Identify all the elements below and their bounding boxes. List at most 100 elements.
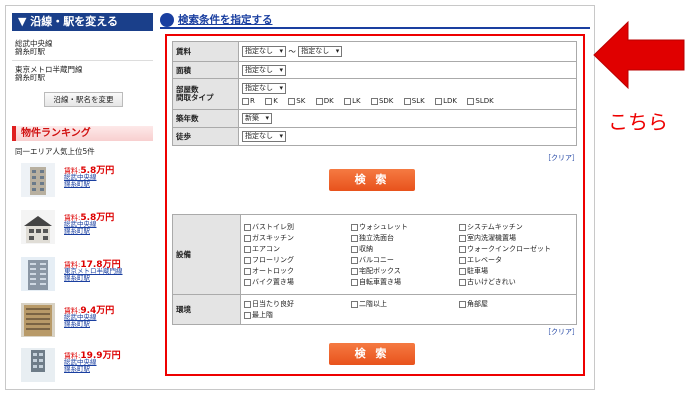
age-select[interactable]: 新築 ▾	[242, 113, 272, 124]
equip-option[interactable]: 自転車置き場	[351, 277, 459, 287]
checkbox[interactable]	[459, 245, 466, 253]
building-photo-icon[interactable]	[21, 163, 55, 197]
ranking-item[interactable]: 賃料:19.9万円 総武中央線 錦糸町駅	[15, 348, 153, 388]
rent-cell: 指定なし ▾ 〜 指定なし ▾	[238, 41, 577, 62]
checkbox[interactable]	[370, 97, 378, 105]
layout-type-option[interactable]: SK	[288, 97, 305, 105]
search-button[interactable]: 検 索	[329, 343, 415, 365]
ranking-item[interactable]: 賃料:17.8万円 東京メトロ半蔵門線 錦糸町駅	[15, 257, 153, 297]
checkbox[interactable]	[288, 97, 296, 105]
checkbox[interactable]	[435, 97, 443, 105]
building-photo-icon[interactable]	[21, 303, 55, 337]
equip-option[interactable]: 室内洗濯機置場	[459, 233, 569, 243]
checkbox[interactable]	[351, 245, 358, 253]
ranking-item[interactable]: 賃料:5.8万円 総武中央線 錦糸町駅	[15, 210, 153, 250]
layout-select[interactable]: 指定なし ▾	[242, 83, 286, 94]
clear-link[interactable]: ［クリア］	[544, 327, 579, 337]
ranking-item[interactable]: 賃料:9.4万円 総武中央線 錦糸町駅	[15, 303, 153, 343]
equip-option[interactable]: 独立洗面台	[351, 233, 459, 243]
walk-select[interactable]: 指定なし ▾	[242, 131, 286, 142]
area-label: 面積	[172, 61, 239, 79]
equip-option[interactable]: システムキッチン	[459, 222, 569, 232]
checkbox[interactable]	[344, 97, 352, 105]
equip-option[interactable]: ウォークインクローゼット	[459, 244, 569, 254]
ranking-station[interactable]: 錦糸町駅	[64, 366, 90, 373]
checkbox[interactable]	[244, 223, 251, 231]
page-title-text: 検索条件を指定する	[178, 14, 273, 26]
equip-option[interactable]: エアコン	[244, 244, 351, 254]
rent-max-select[interactable]: 指定なし ▾	[298, 46, 343, 58]
change-line-header[interactable]: ▼ 沿線・駅を変える	[12, 13, 153, 31]
layout-type-option[interactable]: DK	[315, 97, 334, 105]
checkbox[interactable]	[244, 234, 251, 242]
building-photo-icon[interactable]	[21, 257, 55, 291]
checkbox[interactable]	[351, 267, 358, 275]
ranking-station[interactable]: 錦糸町駅	[64, 321, 90, 328]
equip-option[interactable]: ガスキッチン	[244, 233, 351, 243]
layout-type-option[interactable]: LDK	[435, 97, 457, 105]
equip-option[interactable]: 駐車場	[459, 266, 569, 276]
checkbox[interactable]	[244, 245, 251, 253]
checkbox[interactable]	[244, 267, 251, 275]
equip-option[interactable]: バルコニー	[351, 255, 459, 265]
ranking-station[interactable]: 錦糸町駅	[64, 275, 90, 282]
checkbox[interactable]	[403, 97, 411, 105]
checkbox[interactable]	[351, 278, 358, 286]
option-label: 宅配ボックス	[359, 267, 401, 275]
layout-type-option[interactable]: K	[265, 97, 278, 105]
layout-type-option[interactable]: SLDK	[467, 97, 494, 105]
checkbox[interactable]	[244, 256, 251, 264]
env-option[interactable]: 二階以上	[351, 299, 459, 309]
search-button[interactable]: 検 索	[329, 169, 415, 191]
checkbox[interactable]	[459, 300, 466, 308]
checkbox[interactable]	[351, 256, 358, 264]
layout-type-option[interactable]: SLK	[403, 97, 425, 105]
chevron-down-icon: ▾	[279, 84, 283, 92]
rent-separator: 〜	[288, 46, 296, 56]
checkbox[interactable]	[459, 267, 466, 275]
checkbox[interactable]	[265, 97, 273, 105]
equip-option[interactable]: エレベータ	[459, 255, 569, 265]
equip-option[interactable]: 古いけどきれい	[459, 277, 569, 287]
env-option[interactable]: 角部屋	[459, 299, 569, 309]
checkbox[interactable]	[351, 300, 358, 308]
building-photo-icon[interactable]	[21, 348, 55, 382]
change-station-button[interactable]: 沿線・駅名を変更	[44, 92, 123, 107]
checkbox[interactable]	[459, 234, 466, 242]
env-option[interactable]: 最上階	[244, 310, 351, 320]
checkbox[interactable]	[244, 311, 251, 319]
checkbox[interactable]	[459, 223, 466, 231]
ranking-station[interactable]: 錦糸町駅	[64, 181, 90, 188]
equip-option[interactable]: バストイレ別	[244, 222, 351, 232]
clear-link[interactable]: ［クリア］	[544, 153, 579, 163]
chevron-down-icon: ▾	[279, 132, 283, 140]
ranking-station[interactable]: 錦糸町駅	[64, 228, 90, 235]
equip-option[interactable]: ウォシュレット	[351, 222, 459, 232]
equip-option[interactable]: オートロック	[244, 266, 351, 276]
equip-option[interactable]: フローリング	[244, 255, 351, 265]
option-label: ガスキッチン	[252, 234, 294, 242]
building-photo-icon[interactable]	[21, 210, 55, 244]
checkbox[interactable]	[244, 300, 251, 308]
option-label: DK	[323, 97, 334, 105]
area-select[interactable]: 指定なし ▾	[242, 64, 286, 76]
option-label: 収納	[359, 245, 373, 253]
checkbox[interactable]	[244, 278, 251, 286]
checkbox[interactable]	[459, 278, 466, 286]
layout-type-option[interactable]: R	[242, 97, 255, 105]
checkbox[interactable]	[459, 256, 466, 264]
checkbox[interactable]	[315, 97, 323, 105]
equip-option[interactable]: バイク置き場	[244, 277, 351, 287]
rent-min-select[interactable]: 指定なし ▾	[242, 46, 286, 58]
equip-option[interactable]: 収納	[351, 244, 459, 254]
checkbox[interactable]	[351, 234, 358, 242]
checkbox[interactable]	[467, 97, 475, 105]
checkbox[interactable]	[351, 223, 358, 231]
equip-option[interactable]: 宅配ボックス	[351, 266, 459, 276]
checkbox[interactable]	[242, 97, 249, 105]
ranking-item[interactable]: 賃料:5.8万円 総武中央線 錦糸町駅	[15, 163, 153, 203]
rent-min-value: 指定なし	[245, 47, 273, 56]
layout-type-option[interactable]: SDK	[370, 97, 393, 105]
env-option[interactable]: 日当たり良好	[244, 299, 351, 309]
layout-type-option[interactable]: LK	[344, 97, 361, 105]
